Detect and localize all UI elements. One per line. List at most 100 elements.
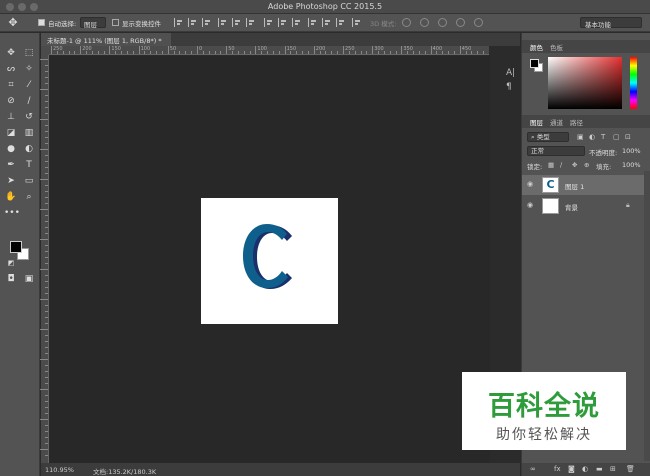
layer-name[interactable]: 图层 1 — [565, 181, 584, 191]
hand-tool-icon[interactable]: ✋ — [4, 191, 18, 203]
screen-mode-icon[interactable]: ▣ — [22, 273, 36, 285]
layer-filter-dropdown[interactable]: ⌕ 类型 — [527, 132, 569, 142]
distribute-hcenter-icon[interactable] — [322, 18, 331, 27]
shape-tool-icon[interactable]: ▭ — [22, 175, 36, 187]
3d-roll-icon[interactable] — [420, 18, 429, 27]
layer-row[interactable]: ◉ 背景 🔒︎ — [522, 196, 644, 216]
align-hcenter-icon[interactable] — [232, 18, 241, 27]
tab-color[interactable]: 颜色 — [530, 42, 543, 52]
lock-pixels-icon[interactable]: ▦ — [548, 161, 554, 169]
ruler-tick-mark — [121, 51, 123, 54]
layer-row[interactable]: ◉ C 图层 1 — [522, 175, 644, 195]
auto-select-checkbox[interactable] — [38, 19, 45, 26]
3d-rotate-icon[interactable] — [402, 18, 411, 27]
magic-wand-icon[interactable]: ✧ — [22, 63, 36, 75]
tab-swatches[interactable]: 色板 — [550, 42, 563, 52]
adjustment-layer-icon[interactable]: ◐ — [582, 465, 588, 473]
align-right-icon[interactable] — [246, 18, 255, 27]
workspace-switcher[interactable]: 基本功能 — [580, 17, 642, 29]
show-transform-checkbox[interactable] — [112, 19, 119, 26]
filter-pixel-icon[interactable]: ▣ — [577, 133, 584, 141]
lock-all-icon[interactable]: ⊕ — [584, 161, 589, 169]
ruler-tick-mark — [45, 125, 48, 126]
clone-stamp-icon[interactable]: ⊥ — [4, 111, 18, 123]
layer-style-icon[interactable]: fx — [554, 465, 561, 473]
ruler-tick-mark — [45, 167, 48, 168]
color-picker-field[interactable] — [548, 57, 622, 109]
zoom-level[interactable]: 110.95% — [45, 466, 74, 474]
distribute-bottom-icon[interactable] — [292, 18, 301, 27]
opacity-value[interactable]: 100% — [622, 147, 641, 155]
filter-shape-icon[interactable]: ▢ — [613, 133, 620, 141]
brush-tool-icon[interactable]: ∕ — [22, 95, 36, 107]
document-size-info[interactable]: 文档:135.2K/180.3K — [93, 466, 156, 476]
ruler-tick-mark — [40, 419, 48, 420]
dodge-tool-icon[interactable]: ◐ — [22, 143, 36, 155]
eyedropper-icon[interactable]: ⁄ — [22, 79, 36, 91]
ruler-origin[interactable] — [41, 46, 49, 55]
character-panel-icon[interactable]: A| — [506, 68, 516, 78]
tab-paths[interactable]: 路径 — [570, 117, 583, 127]
lasso-tool-icon[interactable]: ᔕ — [4, 63, 18, 75]
fill-value[interactable]: 100% — [622, 161, 641, 169]
filter-smart-object-icon[interactable]: ⊡ — [625, 133, 631, 141]
visibility-eye-icon[interactable]: ◉ — [527, 202, 535, 209]
more-tools-icon[interactable]: ••• — [4, 207, 20, 219]
distribute-right-icon[interactable] — [336, 18, 345, 27]
watermark-title: 百科全说 — [488, 391, 600, 422]
new-layer-icon[interactable]: ⊞ — [610, 465, 616, 473]
delete-layer-icon[interactable]: 🗑︎ — [626, 465, 635, 473]
history-brush-icon[interactable]: ↺ — [22, 111, 36, 123]
distribute-vcenter-icon[interactable] — [278, 18, 287, 27]
eraser-tool-icon[interactable]: ◪ — [4, 127, 18, 139]
align-left-icon[interactable] — [218, 18, 227, 27]
auto-select-dropdown[interactable]: 图层 — [80, 17, 106, 29]
paragraph-panel-icon[interactable]: ¶ — [506, 82, 516, 92]
healing-brush-icon[interactable]: ⊘ — [4, 95, 18, 107]
align-vcenter-icon[interactable] — [188, 18, 197, 27]
default-colors-icon[interactable]: ◩ — [4, 257, 18, 269]
tab-layers[interactable]: 图层 — [530, 117, 543, 127]
ruler-tick-mark — [45, 107, 48, 108]
crop-tool-icon[interactable]: ⌗ — [4, 79, 18, 91]
gradient-tool-icon[interactable]: ▥ — [22, 127, 36, 139]
panel-foreground-swatch[interactable] — [530, 59, 539, 68]
hue-slider[interactable] — [630, 57, 637, 109]
filter-type-icon[interactable]: T — [601, 133, 605, 141]
layer-name[interactable]: 背景 — [565, 202, 578, 212]
blend-mode-dropdown[interactable]: 正常 — [527, 146, 585, 156]
quick-mask-icon[interactable]: ◘ — [4, 273, 18, 285]
foreground-color-swatch[interactable] — [10, 241, 22, 253]
visibility-eye-icon[interactable]: ◉ — [527, 181, 535, 188]
3d-scale-icon[interactable] — [474, 18, 483, 27]
lock-brush-icon[interactable]: ∕ — [560, 161, 562, 169]
ruler-tick-mark — [185, 51, 187, 54]
3d-drag-icon[interactable] — [438, 18, 447, 27]
path-select-icon[interactable]: ➤ — [4, 175, 18, 187]
document-tab[interactable]: 未标题-1 @ 111% (图层 1, RGB/8*) * — [41, 33, 171, 46]
distribute-left-icon[interactable] — [308, 18, 317, 27]
move-tool-icon[interactable]: ✥ — [6, 16, 20, 30]
distribute-top-icon[interactable] — [264, 18, 273, 27]
layers-scrollbar[interactable] — [644, 171, 650, 461]
zoom-tool-icon[interactable]: ⌕ — [22, 191, 36, 203]
marquee-tool-icon[interactable]: ⬚ — [22, 47, 36, 59]
new-group-icon[interactable]: ▬ — [596, 465, 603, 473]
move-tool-icon[interactable]: ✥ — [4, 47, 18, 59]
ruler-tick-mark — [337, 51, 339, 54]
tab-channels[interactable]: 通道 — [550, 117, 563, 127]
auto-align-icon[interactable] — [352, 18, 361, 27]
horizontal-ruler[interactable]: 250 200 150 100 50 0 50 100 150 200 250 300 350 400 45… — [49, 46, 489, 55]
pen-tool-icon[interactable]: ✒ — [4, 159, 18, 171]
vertical-ruler[interactable] — [40, 55, 49, 463]
type-tool-icon[interactable]: T — [22, 159, 36, 171]
filter-adjustment-icon[interactable]: ◐ — [589, 133, 595, 141]
lock-position-icon[interactable]: ✥ — [572, 161, 577, 169]
align-top-icon[interactable] — [174, 18, 183, 27]
link-layers-icon[interactable]: ∞ — [530, 465, 536, 473]
blur-tool-icon[interactable]: ● — [4, 143, 18, 155]
3d-slide-icon[interactable] — [456, 18, 465, 27]
add-mask-icon[interactable]: ◙ — [568, 465, 575, 473]
align-bottom-icon[interactable] — [202, 18, 211, 27]
window-title: Adobe Photoshop CC 2015.5 — [267, 2, 383, 11]
